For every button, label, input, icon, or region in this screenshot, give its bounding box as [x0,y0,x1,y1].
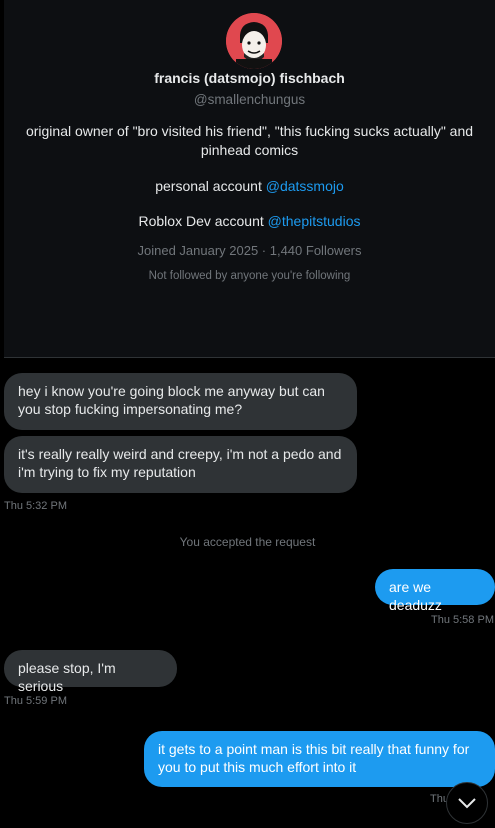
message-timestamp: Thu 5:59 PM [4,695,67,707]
system-message: You accepted the request [179,535,316,549]
avatar[interactable] [226,13,282,69]
message-bubble-incoming[interactable]: it's really really weird and creepy, i'm… [4,436,357,493]
avatar-face-icon [226,13,282,69]
message-text: hey i know you're going block me anyway … [18,383,325,417]
roblox-account-line: Roblox Dev account @thepitstudios [4,213,495,229]
scroll-to-bottom-button[interactable] [446,782,488,824]
profile-handle: @smallenchungus [193,92,306,107]
message-bubble-incoming[interactable]: please stop, I'm serious [4,650,177,694]
chevron-down-icon [458,798,476,809]
message-timestamp: Thu 5:32 PM [4,500,67,512]
roblox-account-link[interactable]: @thepitstudios [268,213,361,229]
message-bubble-outgoing[interactable]: are we deaduzz [375,569,495,613]
roblox-account-label: Roblox Dev account [138,213,268,229]
message-text: are we deaduzz [389,579,442,613]
profile-bio: original owner of "bro visited his frien… [25,123,474,158]
message-bubble-outgoing[interactable]: it gets to a point man is this bit reall… [144,731,495,787]
profile-display-name: francis (datsmojo) fischbach [154,70,345,86]
personal-account-label: personal account [155,178,266,194]
personal-account-link[interactable]: @datssmojo [266,178,344,194]
message-bubble-incoming[interactable]: hey i know you're going block me anyway … [4,373,357,430]
joined-followers: Joined January 2025 · 1,440 Followers [137,243,362,258]
not-followed-notice: Not followed by anyone you're following [148,270,351,282]
message-text: it gets to a point man is this bit reall… [158,741,470,775]
message-text: it's really really weird and creepy, i'm… [18,446,342,480]
message-timestamp: Thu 5:58 PM [431,614,494,626]
message-text: please stop, I'm serious [18,660,116,694]
profile-card: francis (datsmojo) fischbach @smallenchu… [4,0,495,358]
personal-account-line: personal account @datssmojo [4,178,495,194]
